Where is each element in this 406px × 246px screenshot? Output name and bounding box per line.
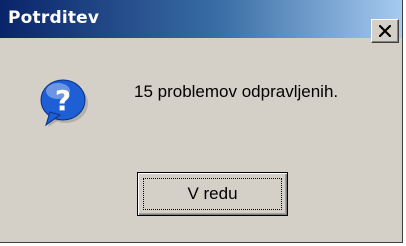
- title-bar[interactable]: Potrditev: [0, 0, 402, 38]
- confirmation-dialog: Potrditev ? 15 problemov odpravljenih. V…: [0, 0, 403, 243]
- window-title: Potrditev: [8, 8, 100, 28]
- ok-button-label: V redu: [143, 178, 282, 210]
- svg-text:?: ?: [55, 84, 71, 117]
- dialog-message: 15 problemov odpravljenih.: [134, 82, 339, 101]
- close-icon: [379, 25, 391, 37]
- question-icon: ?: [40, 79, 88, 127]
- close-button[interactable]: [371, 19, 399, 43]
- ok-button[interactable]: V redu: [137, 172, 288, 216]
